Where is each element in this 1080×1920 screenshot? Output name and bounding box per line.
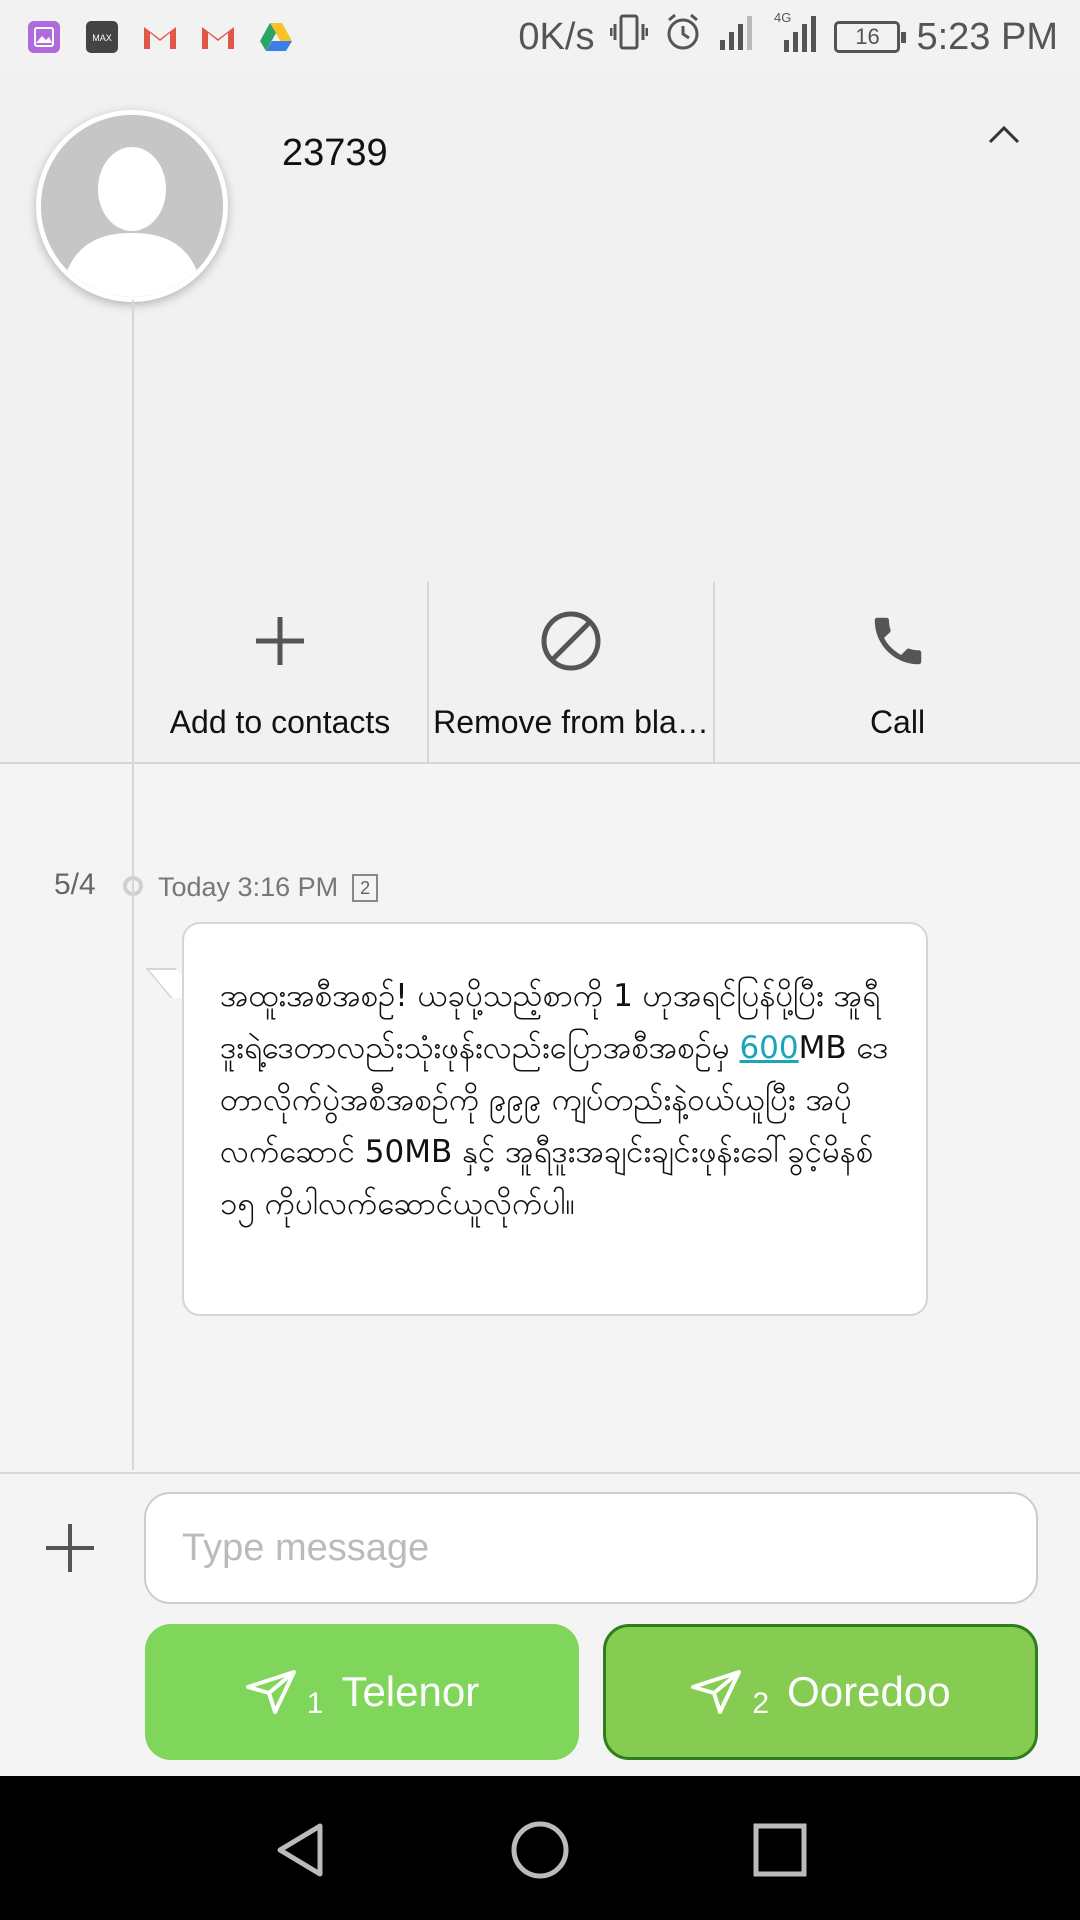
remove-from-blacklist-button[interactable]: Remove from bla… [427,582,713,762]
message-input[interactable]: Type message [144,1492,1038,1604]
network-speed: 0K/s [518,15,595,58]
conversation-header: 23739 Add to contacts Remove from bla… C… [0,74,1080,762]
send-telenor-button[interactable]: 1 Telenor [145,1624,579,1760]
gallery-icon [26,19,62,55]
recents-button[interactable] [748,1818,812,1882]
notification-icons: MAX [0,19,294,55]
status-bar: MAX 0K/s 4G 16 5:23 PM [0,0,1080,74]
sim-badge: 2 [352,873,379,902]
collapse-header-button[interactable] [982,114,1026,158]
call-button[interactable]: Call [713,582,1080,762]
plus-icon [46,1524,94,1572]
clock: 5:23 PM [916,15,1058,58]
send-ooredoo-label: Ooredoo [787,1668,951,1715]
message-input-placeholder: Type message [182,1526,430,1569]
sim-number: 2 [752,1687,770,1720]
add-to-contacts-button[interactable]: Add to contacts [133,582,427,762]
composer: Type message 1 Telenor 2 Ooredoo [0,1474,1080,1776]
battery-icon: 16 [834,21,907,53]
message-time: Today 3:16 PM [158,872,339,902]
message-link[interactable]: 600 [739,1030,798,1066]
phone-icon [863,606,933,676]
sim-number: 1 [306,1687,324,1720]
timeline-line [132,300,134,1470]
message-bubble[interactable]: အထူးအစီအစဉ်! ယခုပို့သည့်စာကို 1 ဟုအရင်ပြ… [182,922,928,1316]
call-label: Call [869,704,926,740]
remove-from-blacklist-label: Remove from bla… [433,704,709,740]
send-icon [691,1670,742,1714]
send-icon [245,1670,296,1714]
add-to-contacts-label: Add to contacts [169,704,391,740]
navigation-bar [0,1776,1080,1920]
alarm-icon [664,12,702,62]
person-icon [41,115,223,297]
block-icon [536,606,606,676]
contact-number: 23739 [282,132,388,174]
battery-level: 16 [855,24,880,49]
message-thread[interactable]: 5/4 Today 3:16 PM 2 အထူးအစီအစဉ်! ယခုပို့… [0,764,1080,1472]
message-meta: Today 3:16 PM 2 [158,872,379,903]
send-telenor-label: Telenor [341,1668,480,1715]
signal-4g-icon: 4G [774,10,818,64]
message-date: 5/4 [54,868,96,901]
recents-icon [753,1823,807,1877]
avatar[interactable] [36,110,228,302]
back-icon [277,1823,323,1877]
gmail-icon [200,19,236,55]
chevron-up-icon [988,125,1020,144]
contact-actions: Add to contacts Remove from bla… Call [133,582,1080,762]
vibrate-icon [609,12,649,62]
signal-sim1-icon [718,12,758,62]
system-indicators: 0K/s 4G 16 5:23 PM [518,0,1058,74]
svg-text:4G: 4G [774,10,791,25]
max-icon: MAX [84,19,120,55]
home-button[interactable] [508,1818,572,1882]
send-ooredoo-button[interactable]: 2 Ooredoo [603,1624,1038,1760]
home-icon [511,1821,569,1879]
gmail-icon [142,19,178,55]
attach-button[interactable] [42,1520,98,1576]
drive-icon [258,19,294,55]
back-button[interactable] [268,1818,332,1882]
plus-icon [245,606,315,676]
svg-text:MAX: MAX [92,33,112,43]
